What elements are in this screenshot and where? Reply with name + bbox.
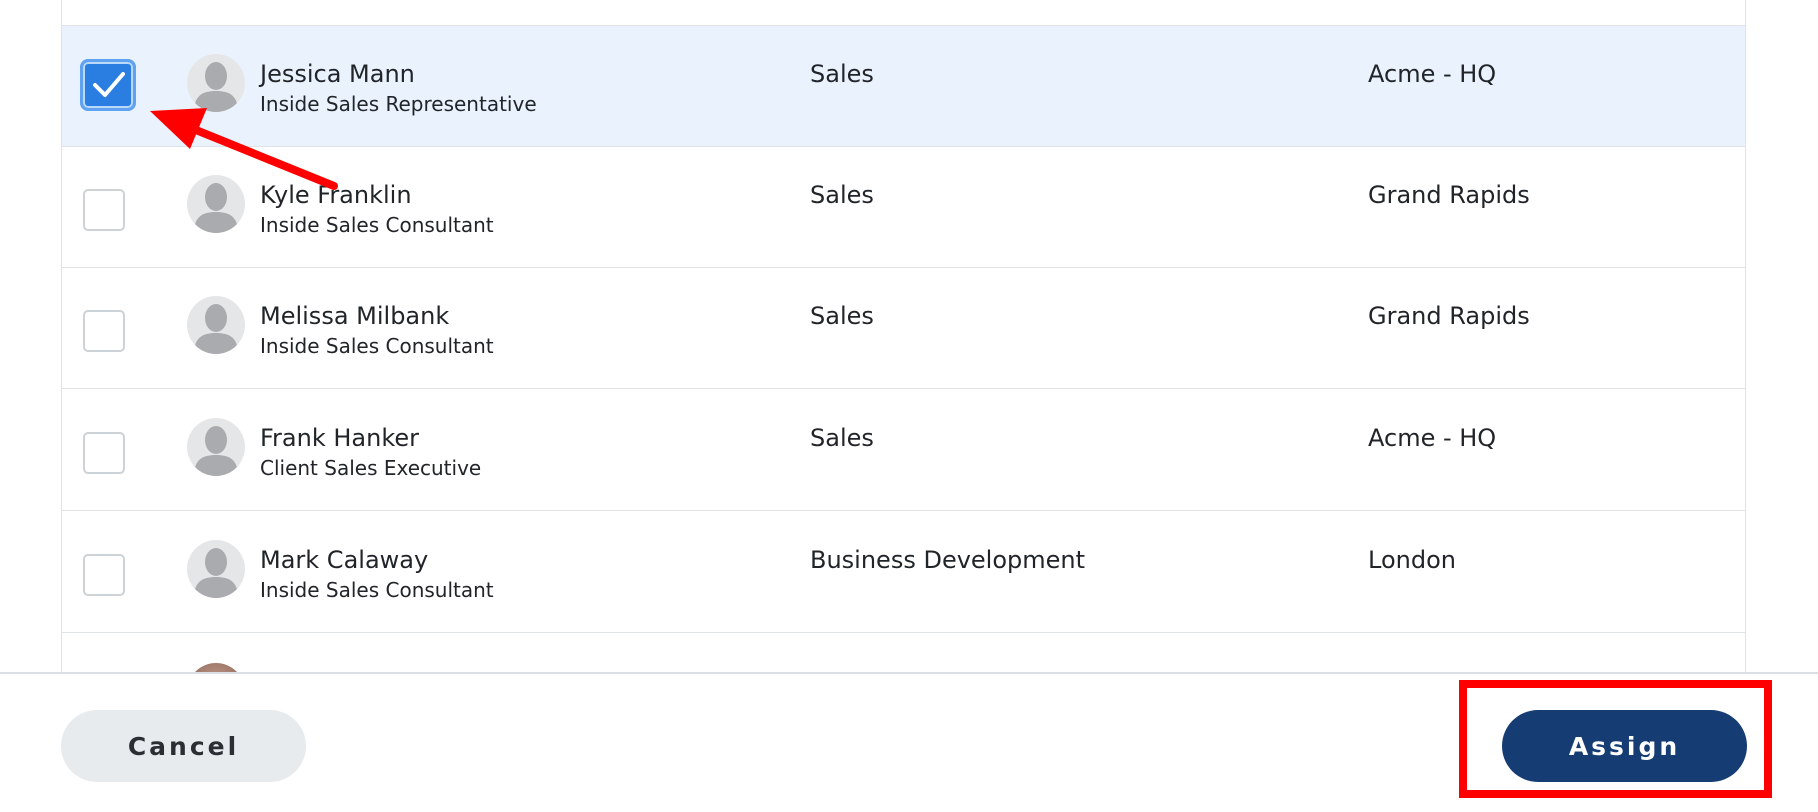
avatar: [187, 54, 245, 112]
person-silhouette-icon: [194, 548, 238, 598]
person-role: Inside Sales Representative: [260, 92, 537, 116]
person-name: Melissa Milbank: [260, 302, 450, 330]
cancel-button[interactable]: Cancel: [61, 710, 306, 782]
person-role: Inside Sales Consultant: [260, 334, 494, 358]
person-name: Jessica Mann: [260, 60, 415, 88]
person-department: Sales: [810, 302, 874, 330]
avatar: [187, 296, 245, 354]
table-row[interactable]: Frank Hanker Client Sales Executive Sale…: [62, 390, 1745, 511]
row-checkbox[interactable]: [80, 59, 136, 111]
person-location: Acme - HQ: [1368, 424, 1497, 452]
row-checkbox[interactable]: [83, 554, 125, 596]
people-list: Jessica Mann Inside Sales Representative…: [61, 0, 1746, 672]
dialog-footer: Cancel Assign: [0, 672, 1818, 812]
avatar: [187, 663, 245, 672]
table-row[interactable]: Melissa Milbank Inside Sales Consultant …: [62, 268, 1745, 389]
avatar: [187, 540, 245, 598]
table-row[interactable]: Kyle Franklin Inside Sales Consultant Sa…: [62, 147, 1745, 268]
person-department: Sales: [810, 181, 874, 209]
person-name: Frank Hanker: [260, 424, 420, 452]
avatar: [187, 175, 245, 233]
person-role: Inside Sales Consultant: [260, 213, 494, 237]
person-silhouette-icon: [194, 426, 238, 476]
person-role: Client Sales Executive: [260, 456, 482, 480]
person-name: Mark Calaway: [260, 546, 429, 574]
table-row[interactable]: [62, 635, 1745, 672]
row-checkbox[interactable]: [83, 310, 125, 352]
person-location: Grand Rapids: [1368, 302, 1530, 330]
list-top-edge: [62, 0, 1745, 26]
person-department: Sales: [810, 424, 874, 452]
person-department: Sales: [810, 60, 874, 88]
person-role: Inside Sales Consultant: [260, 578, 494, 602]
assign-button[interactable]: Assign: [1502, 710, 1747, 782]
row-checkbox[interactable]: [83, 189, 125, 231]
person-silhouette-icon: [194, 183, 238, 233]
person-department: Business Development: [810, 546, 1086, 574]
person-location: London: [1368, 546, 1456, 574]
table-row[interactable]: Mark Calaway Inside Sales Consultant Bus…: [62, 512, 1745, 633]
avatar: [187, 418, 245, 476]
check-icon: [93, 72, 125, 97]
row-checkbox[interactable]: [83, 432, 125, 474]
table-row[interactable]: Jessica Mann Inside Sales Representative…: [62, 26, 1745, 147]
person-name: Kyle Franklin: [260, 181, 412, 209]
person-silhouette-icon: [194, 62, 238, 112]
person-location: Acme - HQ: [1368, 60, 1497, 88]
person-silhouette-icon: [194, 304, 238, 354]
person-location: Grand Rapids: [1368, 181, 1530, 209]
